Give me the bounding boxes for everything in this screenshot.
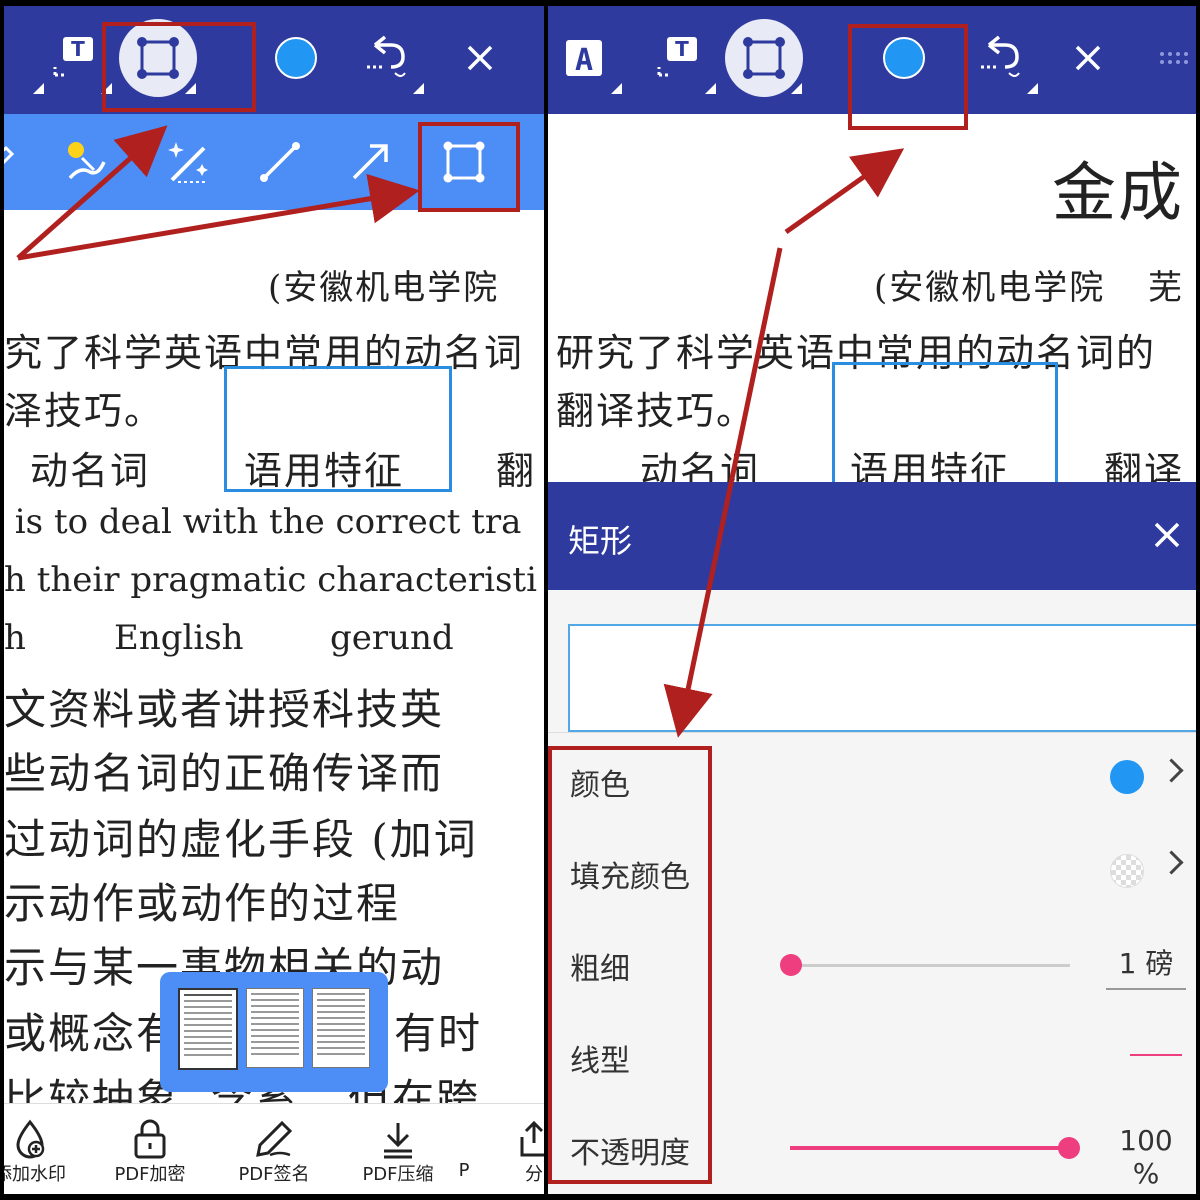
body-line: 有时 (394, 1009, 483, 1058)
page-thumbnail[interactable] (178, 988, 238, 1070)
compress-icon (384, 1123, 412, 1159)
partial-tool-button[interactable]: P (424, 1118, 504, 1181)
color-swatch-icon (275, 37, 317, 79)
page-thumbnail[interactable] (246, 988, 304, 1068)
institution-text: 芜 (1148, 268, 1184, 308)
arrow-icon (352, 144, 388, 180)
abstract-line: 翻译技巧。 (556, 389, 757, 433)
opacity-slider-knob[interactable] (1058, 1137, 1080, 1159)
chevron-right-icon (1159, 758, 1184, 783)
pdf-encrypt-button[interactable]: PDF加密 (90, 1118, 210, 1186)
top-toolbar: T (4, 6, 544, 114)
stroke-color-swatch[interactable] (1110, 760, 1144, 794)
english-abstract-word: English (114, 618, 244, 658)
text-box-tool-button[interactable]: T (636, 16, 720, 100)
english-abstract-line: h their pragmatic characteristi (4, 560, 537, 600)
close-icon (1154, 522, 1180, 548)
undo-icon (367, 35, 406, 77)
chevron-right-icon (1159, 850, 1184, 875)
more-options-button[interactable] (1134, 16, 1196, 100)
rectangle-properties-header: 矩形 (548, 482, 1196, 590)
pen-icon (4, 145, 15, 165)
opacity-value[interactable]: 100 % (1106, 1124, 1186, 1194)
arrow-tool[interactable] (338, 130, 402, 194)
more-icon (1160, 52, 1188, 64)
rectangle-icon (743, 37, 785, 79)
close-icon (467, 45, 493, 71)
page-thumbnail[interactable] (312, 988, 370, 1068)
text-box-icon: T (657, 37, 697, 77)
text-format-tool-button[interactable]: A (548, 16, 626, 100)
partial-tool[interactable] (4, 130, 28, 194)
english-abstract-line: is to deal with the correct tra (4, 502, 522, 542)
lock-icon (134, 1119, 166, 1159)
english-abstract-word: h (4, 618, 26, 658)
svg-text:T: T (675, 37, 689, 61)
keyword: 动名词 (30, 449, 151, 493)
english-abstract-word: gerund (330, 618, 454, 658)
add-watermark-button[interactable]: 添加水印 (4, 1118, 90, 1186)
sheet-title: 矩形 (568, 522, 633, 560)
thickness-value[interactable]: 1 磅 (1106, 942, 1186, 990)
close-sheet-button[interactable] (1152, 520, 1182, 550)
shape-tool-button-selected[interactable] (722, 16, 806, 100)
transparent-fill-swatch[interactable] (1110, 854, 1144, 888)
pdf-page: 金成 (安徽机电学院 芜 研究了科学英语中常用的动名词的 翻译技巧。 动名词 语… (548, 114, 1196, 498)
body-line: 或概念有 (4, 1009, 181, 1058)
svg-text:A: A (575, 43, 593, 78)
institution-text: (安徽机电学院 (268, 268, 500, 308)
keyword: 翻 (496, 449, 537, 493)
share-icon (520, 1120, 544, 1157)
body-line: 示动作或动作的过程 (4, 879, 401, 928)
highlighter-icon (68, 142, 106, 180)
abstract-line: 泽技巧。 (4, 389, 165, 433)
close-button[interactable] (438, 16, 522, 100)
magic-wand-icon (168, 142, 208, 183)
body-line: 文资料或者讲授科技英 (4, 685, 445, 734)
body-line: 些动名词的正确传译而 (4, 749, 445, 798)
highlighter-tool[interactable] (54, 130, 118, 194)
drawn-rectangle-annotation[interactable] (832, 362, 1058, 498)
bottom-tool-bar: 添加水印 PDF加密 PDF签名 PDF压缩 P 分 (4, 1103, 544, 1194)
undo-button[interactable] (344, 16, 428, 100)
watermark-icon (16, 1119, 45, 1159)
opacity-slider-fill[interactable] (790, 1146, 1068, 1150)
close-icon (1075, 45, 1101, 71)
highlight-box-color-button (848, 24, 968, 130)
institution-text: (安徽机电学院 (874, 268, 1106, 308)
body-line: 过动词的虚化手段 (加词 (4, 815, 478, 864)
highlight-box-rectangle-tool (418, 122, 520, 212)
magic-pen-tool[interactable] (158, 130, 222, 194)
shape-preview (568, 624, 1196, 732)
text-format-icon: A (566, 40, 602, 78)
close-button[interactable] (1046, 16, 1130, 100)
paper-title: 金成 (1052, 157, 1184, 231)
text-box-icon: T (53, 37, 93, 77)
color-button[interactable] (254, 16, 338, 100)
share-button[interactable]: 分 (494, 1118, 544, 1186)
line-tool[interactable] (248, 130, 312, 194)
undo-button[interactable] (958, 16, 1042, 100)
line-icon (260, 142, 300, 182)
svg-text:T: T (71, 37, 85, 61)
undo-icon (981, 35, 1020, 77)
highlight-box-shape-tool (102, 22, 256, 112)
page-thumbnails[interactable] (160, 972, 388, 1092)
drawn-rectangle-annotation[interactable] (224, 366, 452, 492)
line-style-preview[interactable] (1130, 1054, 1182, 1056)
highlight-box-properties (548, 746, 712, 1184)
pdf-sign-button[interactable]: PDF签名 (214, 1118, 334, 1186)
pen-icon (256, 1120, 293, 1157)
thickness-slider-knob[interactable] (780, 954, 802, 976)
thickness-slider-track[interactable] (790, 964, 1070, 967)
